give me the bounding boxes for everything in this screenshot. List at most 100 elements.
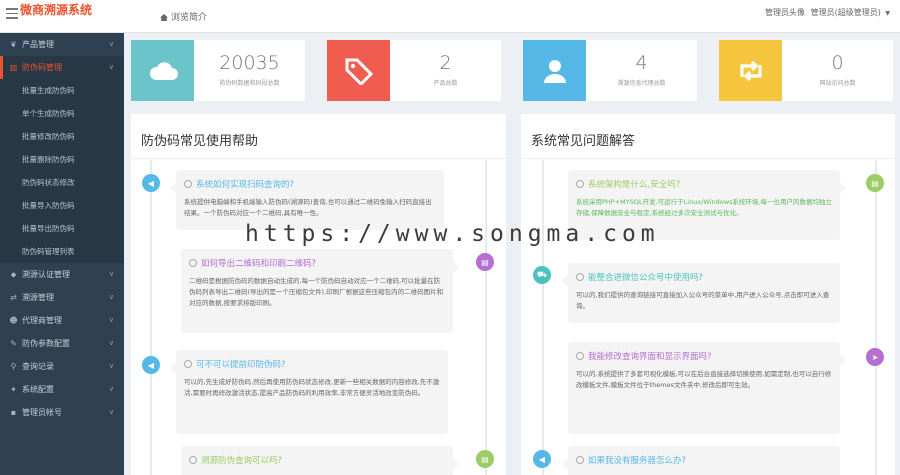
breadcrumb-label: 浏览简介 <box>171 13 208 23</box>
cloud-icon <box>149 61 178 80</box>
send-icon: ➤ <box>866 348 884 366</box>
submenu-item[interactable]: 防伪码管理列表 <box>0 240 124 263</box>
barcode-icon: ▥ <box>9 63 18 72</box>
sidebar-item-query-log[interactable]: ⚲ 查询记录 ∨ <box>0 355 124 378</box>
chevron-down-icon: ∨ <box>108 270 114 278</box>
submenu-item[interactable]: 单个生成防伪码 <box>0 102 124 125</box>
entry-question: 如果我没有服务器怎么办? <box>588 456 687 466</box>
entry-question: 系统如何实现扫码查询的? <box>196 180 295 190</box>
brand-title: 微商溯源系统 <box>20 3 93 17</box>
chevron-down-icon: ∨ <box>108 40 114 48</box>
help-entry: 溯源防伪查询可以吗? <box>181 446 459 475</box>
question-icon <box>184 180 192 188</box>
home-icon <box>160 14 168 21</box>
leaf-icon: ❦ <box>10 40 17 49</box>
retweet-icon <box>739 60 762 81</box>
sidebar-item-label: 防伪参数配置 <box>22 339 70 348</box>
question-icon <box>576 352 584 360</box>
panel-title: 防伪码常见使用帮助 <box>141 134 259 149</box>
cart-icon: ⛟ <box>533 266 551 284</box>
chevron-down-icon: ∨ <box>108 362 114 370</box>
question-icon <box>576 273 584 281</box>
exchange-icon: ⇄ <box>10 293 17 302</box>
entry-answer: 二维码是根据防伪码的数据自动生成的,每一个防伪码自动对应一个二维码,可以批量在防… <box>189 277 444 307</box>
submenu-item[interactable]: 防伪码状态修改 <box>0 171 124 194</box>
submenu-item[interactable]: 批量删除防伪码 <box>0 148 124 171</box>
stat-value: 0 <box>831 52 844 74</box>
bullhorn-icon: ◀ <box>142 356 160 374</box>
stat-value: 20035 <box>219 52 280 74</box>
entry-answer: 系统提供电脑端和手机端输入防伪码(溯源码)查询,也可以通过二维码免输入扫码直接出… <box>184 198 432 217</box>
entry-answer: 可以的,系统提供了多套可视化模板,可以在后台直接选择切换使用,如需定制,也可以自… <box>576 370 832 389</box>
stat-label: 溯源信息代理总数 <box>617 80 666 87</box>
stat-icon-box <box>523 40 586 101</box>
sidebar-item-antifake-codes[interactable]: ▥ 防伪码管理 ∨ <box>0 56 124 79</box>
tag-icon <box>345 58 373 85</box>
user-menu[interactable]: 管理员头像 管理员(超级管理员) ▼ <box>765 7 890 18</box>
help-panel: 防伪码常见使用帮助 ◀ 系统如何实现扫码查询的? 系统提供电脑端和手机端输入防伪… <box>131 114 506 475</box>
sidebar-item-label: 查询记录 <box>22 362 54 371</box>
sidebar: ❦ 产品管理 ∨ ▥ 防伪码管理 ∨ 批量生成防伪码 单个生成防伪码 批量修改防伪码 批… <box>0 33 124 475</box>
stat-icon-box <box>719 40 782 101</box>
bullhorn-icon: ◀ <box>533 450 551 468</box>
entry-answer: 可以的,我们提供的查询链接可直接加入公众号的菜单中,用户进入公众号,点击即可进入… <box>576 291 830 310</box>
sidebar-item-admin-account[interactable]: ▪ 管理员帐号 ∨ <box>0 401 124 424</box>
faq-entry: 如果我没有服务器怎么办? <box>562 446 840 475</box>
stat-label: 产品总数 <box>433 80 458 87</box>
users-icon: ☻ <box>9 316 18 325</box>
stat-card-agents: 4 溯源信息代理总数 <box>523 40 697 101</box>
sidebar-item-label: 溯源管理 <box>22 293 54 302</box>
file-icon: ▤ <box>476 253 494 271</box>
avatar: 管理员头像 <box>765 8 806 17</box>
watermark: https://www.songma.com <box>245 221 660 247</box>
sidebar-item-trace[interactable]: ⇄ 溯源管理 ∨ <box>0 286 124 309</box>
user-label: 管理员(超级管理员) <box>810 8 881 17</box>
top-bar: 微商溯源系统 浏览简介 管理员头像 管理员(超级管理员) ▼ <box>0 0 900 33</box>
menu-toggle-icon[interactable] <box>6 8 18 20</box>
stat-icon-box <box>131 40 194 101</box>
submenu-item[interactable]: 批量修改防伪码 <box>0 125 124 148</box>
sidebar-item-label: 管理员帐号 <box>22 408 62 417</box>
stat-card-products: 2 产品总数 <box>327 40 501 101</box>
stat-label: 防伪码数据和码段总数 <box>219 80 280 87</box>
faq-entry: 我能修改查询界面和显示界面吗? 可以的,系统提供了多套可视化模板,可以在后台直接… <box>568 342 846 434</box>
timeline-line <box>485 160 487 475</box>
settings-icon: ✦ <box>10 385 17 394</box>
document-icon: ▤ <box>476 450 494 468</box>
bullhorn-icon: ◀ <box>142 174 160 192</box>
question-icon <box>189 259 197 267</box>
sidebar-item-label: 产品管理 <box>22 40 54 49</box>
stat-value: 2 <box>439 52 452 74</box>
entry-question: 如何导出二维码和印刷二维码? <box>201 259 317 269</box>
breadcrumb: 浏览简介 <box>160 10 207 23</box>
sidebar-item-label: 系统配置 <box>22 385 54 394</box>
stat-card-visits: 0 网站访问总数 <box>719 40 893 101</box>
stat-value: 4 <box>635 52 648 74</box>
help-entry: 如何导出二维码和印刷二维码? 二维码是根据防伪码的数据自动生成的,每一个防伪码自… <box>181 249 459 333</box>
search-icon: ⚲ <box>10 362 17 371</box>
entry-question: 可不可以提前印防伪码? <box>196 360 286 370</box>
entry-answer: 系统采用PHP+MYSQL开发,可运行于Linux/Windows系统环境,每一… <box>576 198 832 217</box>
sidebar-item-system-config[interactable]: ✦ 系统配置 ∨ <box>0 378 124 401</box>
sidebar-item-products[interactable]: ❦ 产品管理 ∨ <box>0 33 124 56</box>
chevron-down-icon: ∨ <box>108 385 114 393</box>
lock-icon: ▪ <box>10 408 17 417</box>
submenu-item[interactable]: 批量导出防伪码 <box>0 217 124 240</box>
question-icon <box>576 456 584 464</box>
content-gap <box>506 33 516 475</box>
sidebar-item-params[interactable]: ✎ 防伪参数配置 ∨ <box>0 332 124 355</box>
divider <box>521 158 895 159</box>
chevron-down-icon: ∨ <box>108 339 114 347</box>
sidebar-item-label: 代理商管理 <box>22 316 62 325</box>
question-icon <box>184 360 192 368</box>
entry-question: 能整合进微信公众号中使用吗? <box>588 273 704 283</box>
divider <box>131 158 506 159</box>
chevron-down-icon: ∨ <box>108 293 114 301</box>
sidebar-item-agents[interactable]: ☻ 代理商管理 ∨ <box>0 309 124 332</box>
caret-down-icon: ▼ <box>885 10 890 17</box>
sidebar-item-trace-auth[interactable]: ⬥ 溯源认证管理 ∨ <box>0 263 124 286</box>
question-icon <box>189 456 197 464</box>
submenu-item[interactable]: 批量生成防伪码 <box>0 79 124 102</box>
timeline-line <box>542 160 544 475</box>
submenu-item[interactable]: 批量导入防伪码 <box>0 194 124 217</box>
